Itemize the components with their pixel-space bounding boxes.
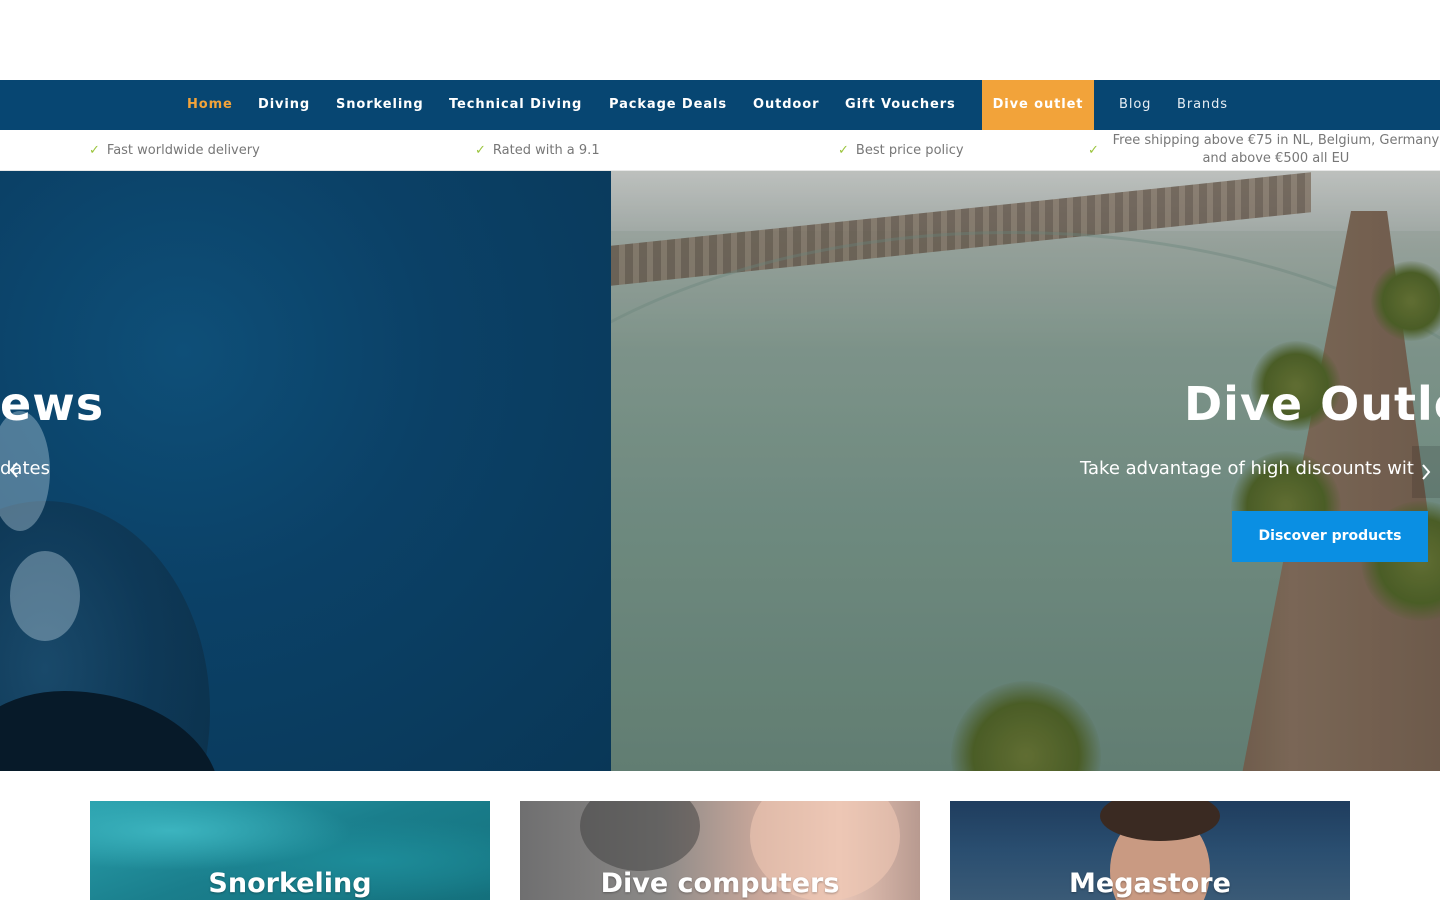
usp-fast-delivery: ✓ Fast worldwide delivery (89, 130, 260, 170)
main-navigation: Home Diving Snorkeling Technical Diving … (0, 80, 1440, 130)
nav-item-diving[interactable]: Diving (258, 80, 310, 130)
category-label: Megastore (1069, 868, 1231, 899)
check-icon: ✓ (475, 142, 486, 158)
usp-bar: ✓ Fast worldwide delivery ✓ Rated with a… (0, 130, 1440, 171)
usp-text: Best price policy (855, 142, 964, 158)
nav-item-package-deals[interactable]: Package Deals (609, 80, 727, 130)
check-icon: ✓ (1088, 142, 1099, 158)
chevron-left-icon[interactable] (0, 444, 28, 496)
category-label: Snorkeling (208, 868, 372, 899)
usp-best-price: ✓ Best price policy (838, 130, 964, 170)
category-card-megastore[interactable]: Megastore (950, 801, 1350, 900)
hero-slider: ews dates Dive Outle Take advantage of h… (0, 171, 1440, 771)
nav-item-dive-outlet[interactable]: Dive outlet (982, 80, 1094, 130)
nav-item-technical-diving[interactable]: Technical Diving (449, 80, 582, 130)
usp-text: Rated with a 9.1 (492, 142, 600, 158)
chevron-right-icon[interactable] (1412, 446, 1440, 498)
nav-item-snorkeling[interactable]: Snorkeling (336, 80, 424, 130)
check-icon: ✓ (838, 142, 849, 158)
nav-item-outdoor[interactable]: Outdoor (753, 80, 819, 130)
slide-news (0, 171, 611, 771)
site-header (0, 0, 1440, 80)
usp-text: Fast worldwide delivery (106, 142, 260, 158)
category-card-snorkeling[interactable]: Snorkeling (90, 801, 490, 900)
category-label: Dive computers (600, 868, 840, 899)
nav-item-brands[interactable]: Brands (1177, 80, 1228, 130)
nav-item-home[interactable]: Home (187, 80, 233, 130)
usp-free-shipping: ✓ Free shipping above €75 in NL, Belgium… (1088, 130, 1440, 170)
category-card-dive-computers[interactable]: Dive computers (520, 801, 920, 900)
usp-text: Free shipping above €75 in NL, Belgium, … (1112, 133, 1440, 166)
discover-products-button[interactable]: Discover products (1232, 511, 1428, 562)
nav-item-blog[interactable]: Blog (1119, 80, 1151, 130)
usp-rating: ✓ Rated with a 9.1 (475, 130, 600, 170)
nav-item-gift-vouchers[interactable]: Gift Vouchers (845, 80, 956, 130)
check-icon: ✓ (89, 142, 100, 158)
slide-title: ews (0, 377, 105, 431)
slide-title-dive-outlet: Dive Outle (1184, 377, 1440, 431)
slide-subtitle-dive-outlet: Take advantage of high discounts wit (1080, 458, 1414, 479)
